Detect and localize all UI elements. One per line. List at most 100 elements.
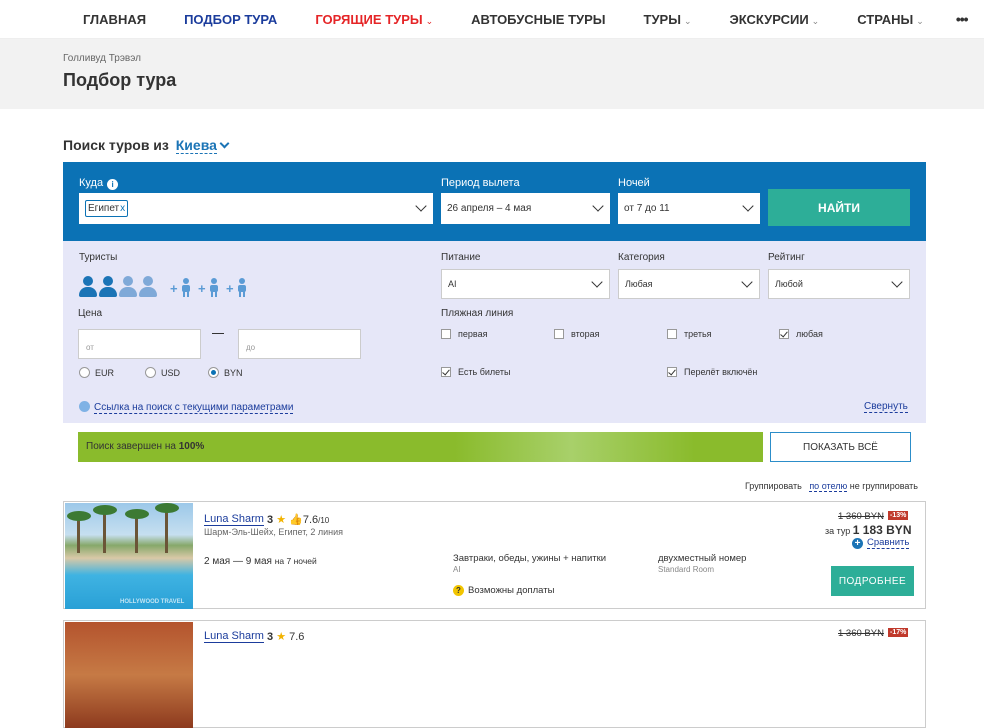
destination-tag[interactable]: Египетx	[85, 200, 129, 217]
period-label: Период вылета	[441, 177, 520, 189]
flight-included-checkbox[interactable]: Перелёт включён	[667, 367, 757, 377]
nav-item-6[interactable]: СТРАНЫ ⌄	[857, 12, 924, 27]
currency-label: USD	[161, 367, 181, 378]
flight-label: Перелёт включён	[684, 367, 758, 377]
nav-item-label: ЭКСКУРСИИ	[729, 11, 809, 27]
progress-text: Поиск завершен на	[86, 441, 176, 452]
checkbox-box[interactable]	[667, 329, 677, 339]
nav-item-label: ГОРЯЩИЕ ТУРЫ	[315, 11, 423, 27]
tickets-label: Есть билеты	[458, 367, 511, 377]
chevron-down-icon[interactable]	[891, 276, 903, 288]
nav-item-5[interactable]: ЭКСКУРСИИ ⌄	[730, 12, 820, 27]
collapse-link[interactable]: Свернуть	[864, 401, 908, 413]
chevron-down-icon[interactable]	[415, 200, 427, 212]
checkbox-box[interactable]	[554, 329, 564, 339]
hotel-name-link[interactable]: Luna Sharm	[204, 514, 264, 526]
more-menu-icon[interactable]: •••	[956, 11, 969, 27]
breadcrumb[interactable]: Голливуд Трэвэл	[63, 53, 984, 64]
meal-select[interactable]: AI	[441, 269, 610, 299]
result-card: Luna Sharm 3 ★ 7.6 1 360 BYN -17%	[63, 620, 926, 728]
rating-select[interactable]: Любой	[768, 269, 910, 299]
currency-radio-eur[interactable]: EUR	[79, 367, 114, 378]
checkbox-box[interactable]	[667, 367, 677, 377]
nav-item-0[interactable]: ГЛАВНАЯ	[83, 12, 146, 27]
room-type: Standard Room	[658, 565, 715, 574]
result-card: HOLLYWOOD TRAVEL Luna Sharm 3 ★ 👍7.6/10 …	[63, 501, 926, 609]
room-description: двухместный номер	[658, 553, 747, 564]
checkbox-box[interactable]	[441, 329, 451, 339]
adult-person-icon[interactable]	[79, 276, 97, 298]
info-icon[interactable]: i	[107, 179, 119, 190]
grouping-options: Группировать по отелю не группировать	[744, 481, 918, 492]
period-value: 26 апреля – 4 мая	[447, 203, 532, 214]
tour-dates: 2 мая — 9 мая на 7 ночей	[204, 556, 317, 567]
group-by-hotel-link[interactable]: по отелю	[809, 481, 848, 492]
thumbs-up-icon: 👍	[289, 514, 303, 526]
beach-line-label: вторая	[571, 329, 600, 339]
remove-tag-icon[interactable]: x	[120, 203, 125, 214]
checkbox-box[interactable]	[779, 329, 789, 339]
adult-person-icon[interactable]	[119, 276, 137, 298]
extra-charges-note[interactable]: ? Возможны доплаты	[453, 585, 554, 596]
currency-radio-byn[interactable]: BYN	[208, 367, 243, 378]
chevron-down-icon[interactable]	[591, 276, 603, 288]
nav-item-2[interactable]: ГОРЯЩИЕ ТУРЫ ⌄	[315, 12, 433, 27]
radio-circle[interactable]	[208, 367, 219, 378]
hotel-photo[interactable]: HOLLYWOOD TRAVEL	[65, 503, 193, 609]
hotel-stars: 3 ★ 7.6	[267, 630, 304, 643]
hotel-stars: 3 ★ 👍7.6/10	[267, 513, 329, 526]
meal-code: AI	[453, 565, 461, 574]
nav-item-4[interactable]: ТУРЫ ⌄	[644, 12, 692, 27]
discount-badge: -17%	[888, 628, 909, 637]
beach-line-checkbox[interactable]: третья	[667, 329, 712, 339]
add-child-icon[interactable]: +	[226, 276, 248, 298]
no-grouping-option[interactable]: не группировать	[850, 481, 918, 491]
nav-item-3[interactable]: АВТОБУСНЫЕ ТУРЫ	[471, 12, 605, 27]
nav-item-label: ТУРЫ	[643, 11, 681, 27]
departure-city-select[interactable]: Киева	[175, 137, 217, 154]
details-button[interactable]: ПОДРОБНЕЕ	[831, 566, 914, 596]
old-price: 1 360 BYN	[838, 511, 884, 522]
period-select[interactable]: 26 апреля – 4 мая	[441, 193, 610, 224]
hotel-name-link[interactable]: Luna Sharm	[204, 631, 264, 643]
add-child-icon[interactable]: +	[170, 276, 192, 298]
checkbox-box[interactable]	[441, 367, 451, 377]
chevron-down-icon[interactable]	[592, 200, 604, 212]
tour-price: за тур 1 183 BYN	[825, 523, 911, 537]
adult-person-icon[interactable]	[99, 276, 117, 298]
question-icon: ?	[453, 585, 464, 596]
beach-line-checkbox[interactable]: любая	[779, 329, 823, 339]
progress-percent: 100%	[178, 441, 205, 452]
nights-select[interactable]: от 7 до 11	[618, 193, 760, 224]
price-to-input[interactable]: до	[238, 329, 361, 359]
adult-person-icon[interactable]	[139, 276, 157, 298]
beach-line-label: третья	[684, 329, 712, 339]
nav-item-1[interactable]: ПОДБОР ТУРА	[184, 12, 277, 27]
chevron-down-icon[interactable]	[742, 200, 754, 212]
price-from-input[interactable]: от	[78, 329, 201, 359]
destination-input[interactable]: Египетx	[79, 193, 433, 224]
compare-button[interactable]: + Сравнить	[852, 537, 910, 549]
category-select[interactable]: Любая	[618, 269, 760, 299]
show-all-button[interactable]: ПОКАЗАТЬ ВСЁ	[770, 432, 911, 462]
currency-radio-usd[interactable]: USD	[145, 367, 180, 378]
beach-line-checkbox[interactable]: вторая	[554, 329, 600, 339]
find-button[interactable]: НАЙТИ	[768, 189, 910, 226]
search-link[interactable]: Ссылка на поиск с текущими параметрами	[79, 401, 294, 414]
add-child-icon[interactable]: +	[198, 276, 220, 298]
search-link-text[interactable]: Ссылка на поиск с текущими параметрами	[94, 402, 294, 414]
star-icon: ★	[276, 631, 287, 643]
beach-line-label: Пляжная линия	[441, 308, 514, 319]
tickets-checkbox[interactable]: Есть билеты	[441, 367, 510, 377]
radio-circle[interactable]	[79, 367, 90, 378]
radio-circle[interactable]	[145, 367, 156, 378]
tourists-label: Туристы	[79, 252, 118, 263]
chevron-down-icon[interactable]	[741, 276, 753, 288]
compare-label[interactable]: Сравнить	[867, 537, 910, 549]
grouping-label: Группировать	[744, 481, 802, 491]
plus-icon: +	[852, 537, 863, 549]
hotel-photo[interactable]	[65, 622, 193, 728]
chevron-down-icon[interactable]	[219, 138, 230, 149]
beach-line-checkbox[interactable]: первая	[441, 329, 487, 339]
collapse-link-text[interactable]: Свернуть	[864, 401, 908, 413]
